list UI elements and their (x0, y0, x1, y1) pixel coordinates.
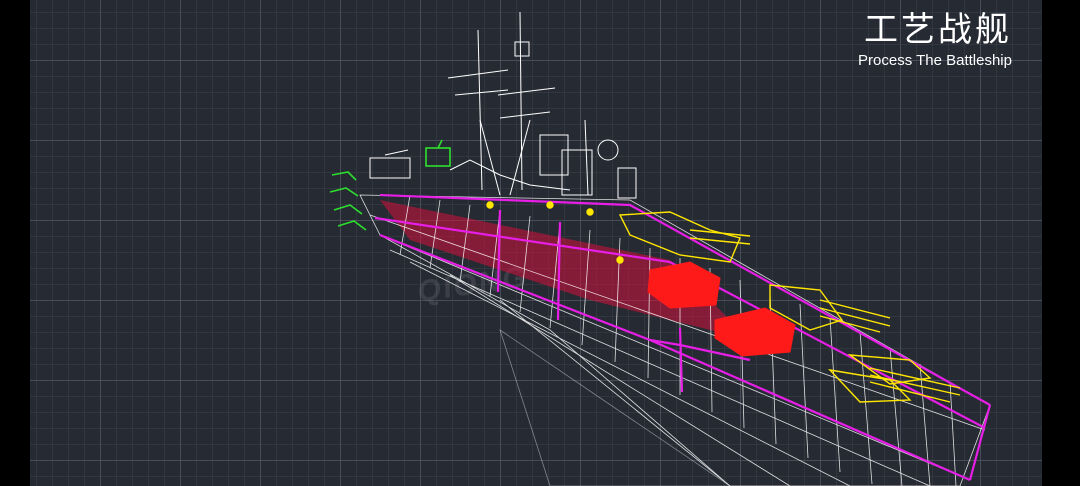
cad-viewport[interactable]: QIONG 工艺战舰 Process The Battleship (30, 0, 1042, 486)
screen: QIONG 工艺战舰 Process The Battleship (0, 0, 1080, 486)
battleship-wireframe (329, 11, 992, 486)
title-block: 工艺战舰 Process The Battleship (858, 10, 1012, 70)
title-english: Process The Battleship (858, 52, 1012, 69)
title-chinese: 工艺战舰 (864, 10, 1012, 50)
superstructure (369, 11, 637, 199)
